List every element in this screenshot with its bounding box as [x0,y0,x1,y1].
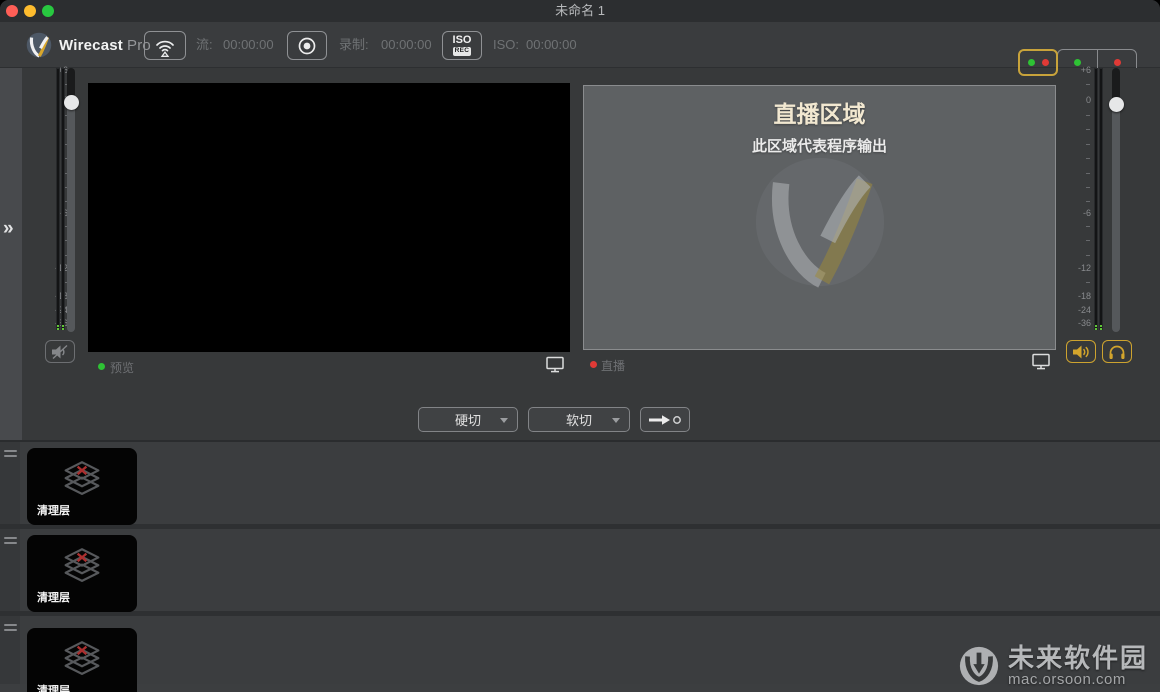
fader-knob[interactable] [64,95,79,110]
speaker-icon [1071,344,1091,360]
chevron-down-icon [612,418,620,423]
monitor-icon [1031,353,1051,370]
layer-drag-handle[interactable] [0,529,20,611]
iso-record-button[interactable]: ISO REC [442,31,482,60]
live-fullscreen-button[interactable] [1031,353,1051,373]
transition-1-label: 硬切 [455,410,481,429]
iso-rec-icon: ISO REC [453,35,472,56]
iso-time: 00:00:00 [526,22,577,68]
live-dot-icon [1042,59,1049,66]
db-scale: +60-6-12-18-24-36 [1065,66,1091,330]
wirecast-watermark-icon [752,154,888,290]
vu-meter [1094,68,1103,330]
stream-label: 流: [196,22,213,68]
clear-layer-icon [58,641,106,685]
live-area-title: 直播区域 [584,95,1055,129]
layer-thumbnail[interactable]: 清理层 [27,535,137,612]
window-title: 未命名 1 [0,0,1160,22]
layer-drag-handle[interactable] [0,442,20,524]
layer-thumbnail[interactable]: 清理层 [27,448,137,525]
preview-status-dot [98,363,105,370]
layer-row[interactable]: 清理层 [0,442,1160,529]
preview-fullscreen-button[interactable] [545,356,565,376]
live-canvas: 直播区域 此区域代表程序输出 [583,85,1056,350]
layer-name: 清理层 [37,682,70,692]
audio-meter-left: +60-6-12-18-24-36 [22,68,88,440]
muted-speaker-icon [50,344,70,360]
app-logo: WirecastPro [26,32,151,58]
headphones-button[interactable] [1102,340,1132,363]
clear-layer-icon [58,461,106,505]
wirecast-window: 未命名 1 WirecastPro 流: 00:00:00 [0,0,1160,692]
clear-layer-icon [58,548,106,592]
volume-fader[interactable] [67,68,75,332]
stream-button[interactable] [144,31,186,60]
live-status-dot [590,361,597,368]
live-area-subtitle: 此区域代表程序输出 [584,135,1055,156]
layer-name: 清理层 [37,589,70,605]
app-name: WirecastPro [59,37,151,54]
record-icon [296,35,318,57]
preview-status-label: 预览 [110,359,134,376]
preview-canvas [88,83,570,352]
main-area: » +60-6-12-18-24-36 预览 [0,68,1160,440]
vu-meter [56,68,65,330]
chevron-down-icon [500,418,508,423]
preview-dot-icon [1028,59,1035,66]
audio-meter-right: +60-6-12-18-24-36 [1065,68,1160,440]
live-status-label: 直播 [601,357,625,374]
expand-chevron-icon: » [3,218,14,240]
layer-thumbnail[interactable]: 清理层 [27,628,137,692]
go-arrow-icon [647,413,683,427]
wirecast-logo-icon [26,32,52,58]
layer-row[interactable]: 清理层 [0,529,1160,616]
headphones-icon [1108,344,1126,360]
volume-fader[interactable] [1112,68,1120,332]
layer-name: 清理层 [37,502,70,518]
live-dot-icon [1114,59,1121,66]
toolbar: WirecastPro 流: 00:00:00 录制: 00:00:00 ISO… [0,22,1160,68]
record-time: 00:00:00 [381,22,432,68]
iso-label: ISO: [493,22,519,68]
transition-1-dropdown[interactable]: 硬切 [418,407,518,432]
record-label: 录制: [339,22,369,68]
layer-row[interactable]: 清理层 [0,616,1160,684]
mute-button[interactable] [45,340,75,363]
fader-knob[interactable] [1109,97,1124,112]
layer-drag-handle[interactable] [0,616,20,684]
stream-time: 00:00:00 [223,22,274,68]
record-button[interactable] [287,31,327,60]
view-mode-split-button[interactable] [1018,49,1058,76]
monitor-audio-button[interactable] [1066,340,1096,363]
titlebar: 未命名 1 [0,0,1160,22]
layers-shelf: 清理层 清理层 [0,440,1160,692]
monitor-icon [545,356,565,373]
transition-2-dropdown[interactable]: 软切 [528,407,630,432]
broadcast-wifi-icon [152,35,178,57]
go-transition-button[interactable] [640,407,690,432]
transition-2-label: 软切 [566,410,592,429]
expand-panel-strip[interactable]: » [0,68,22,440]
